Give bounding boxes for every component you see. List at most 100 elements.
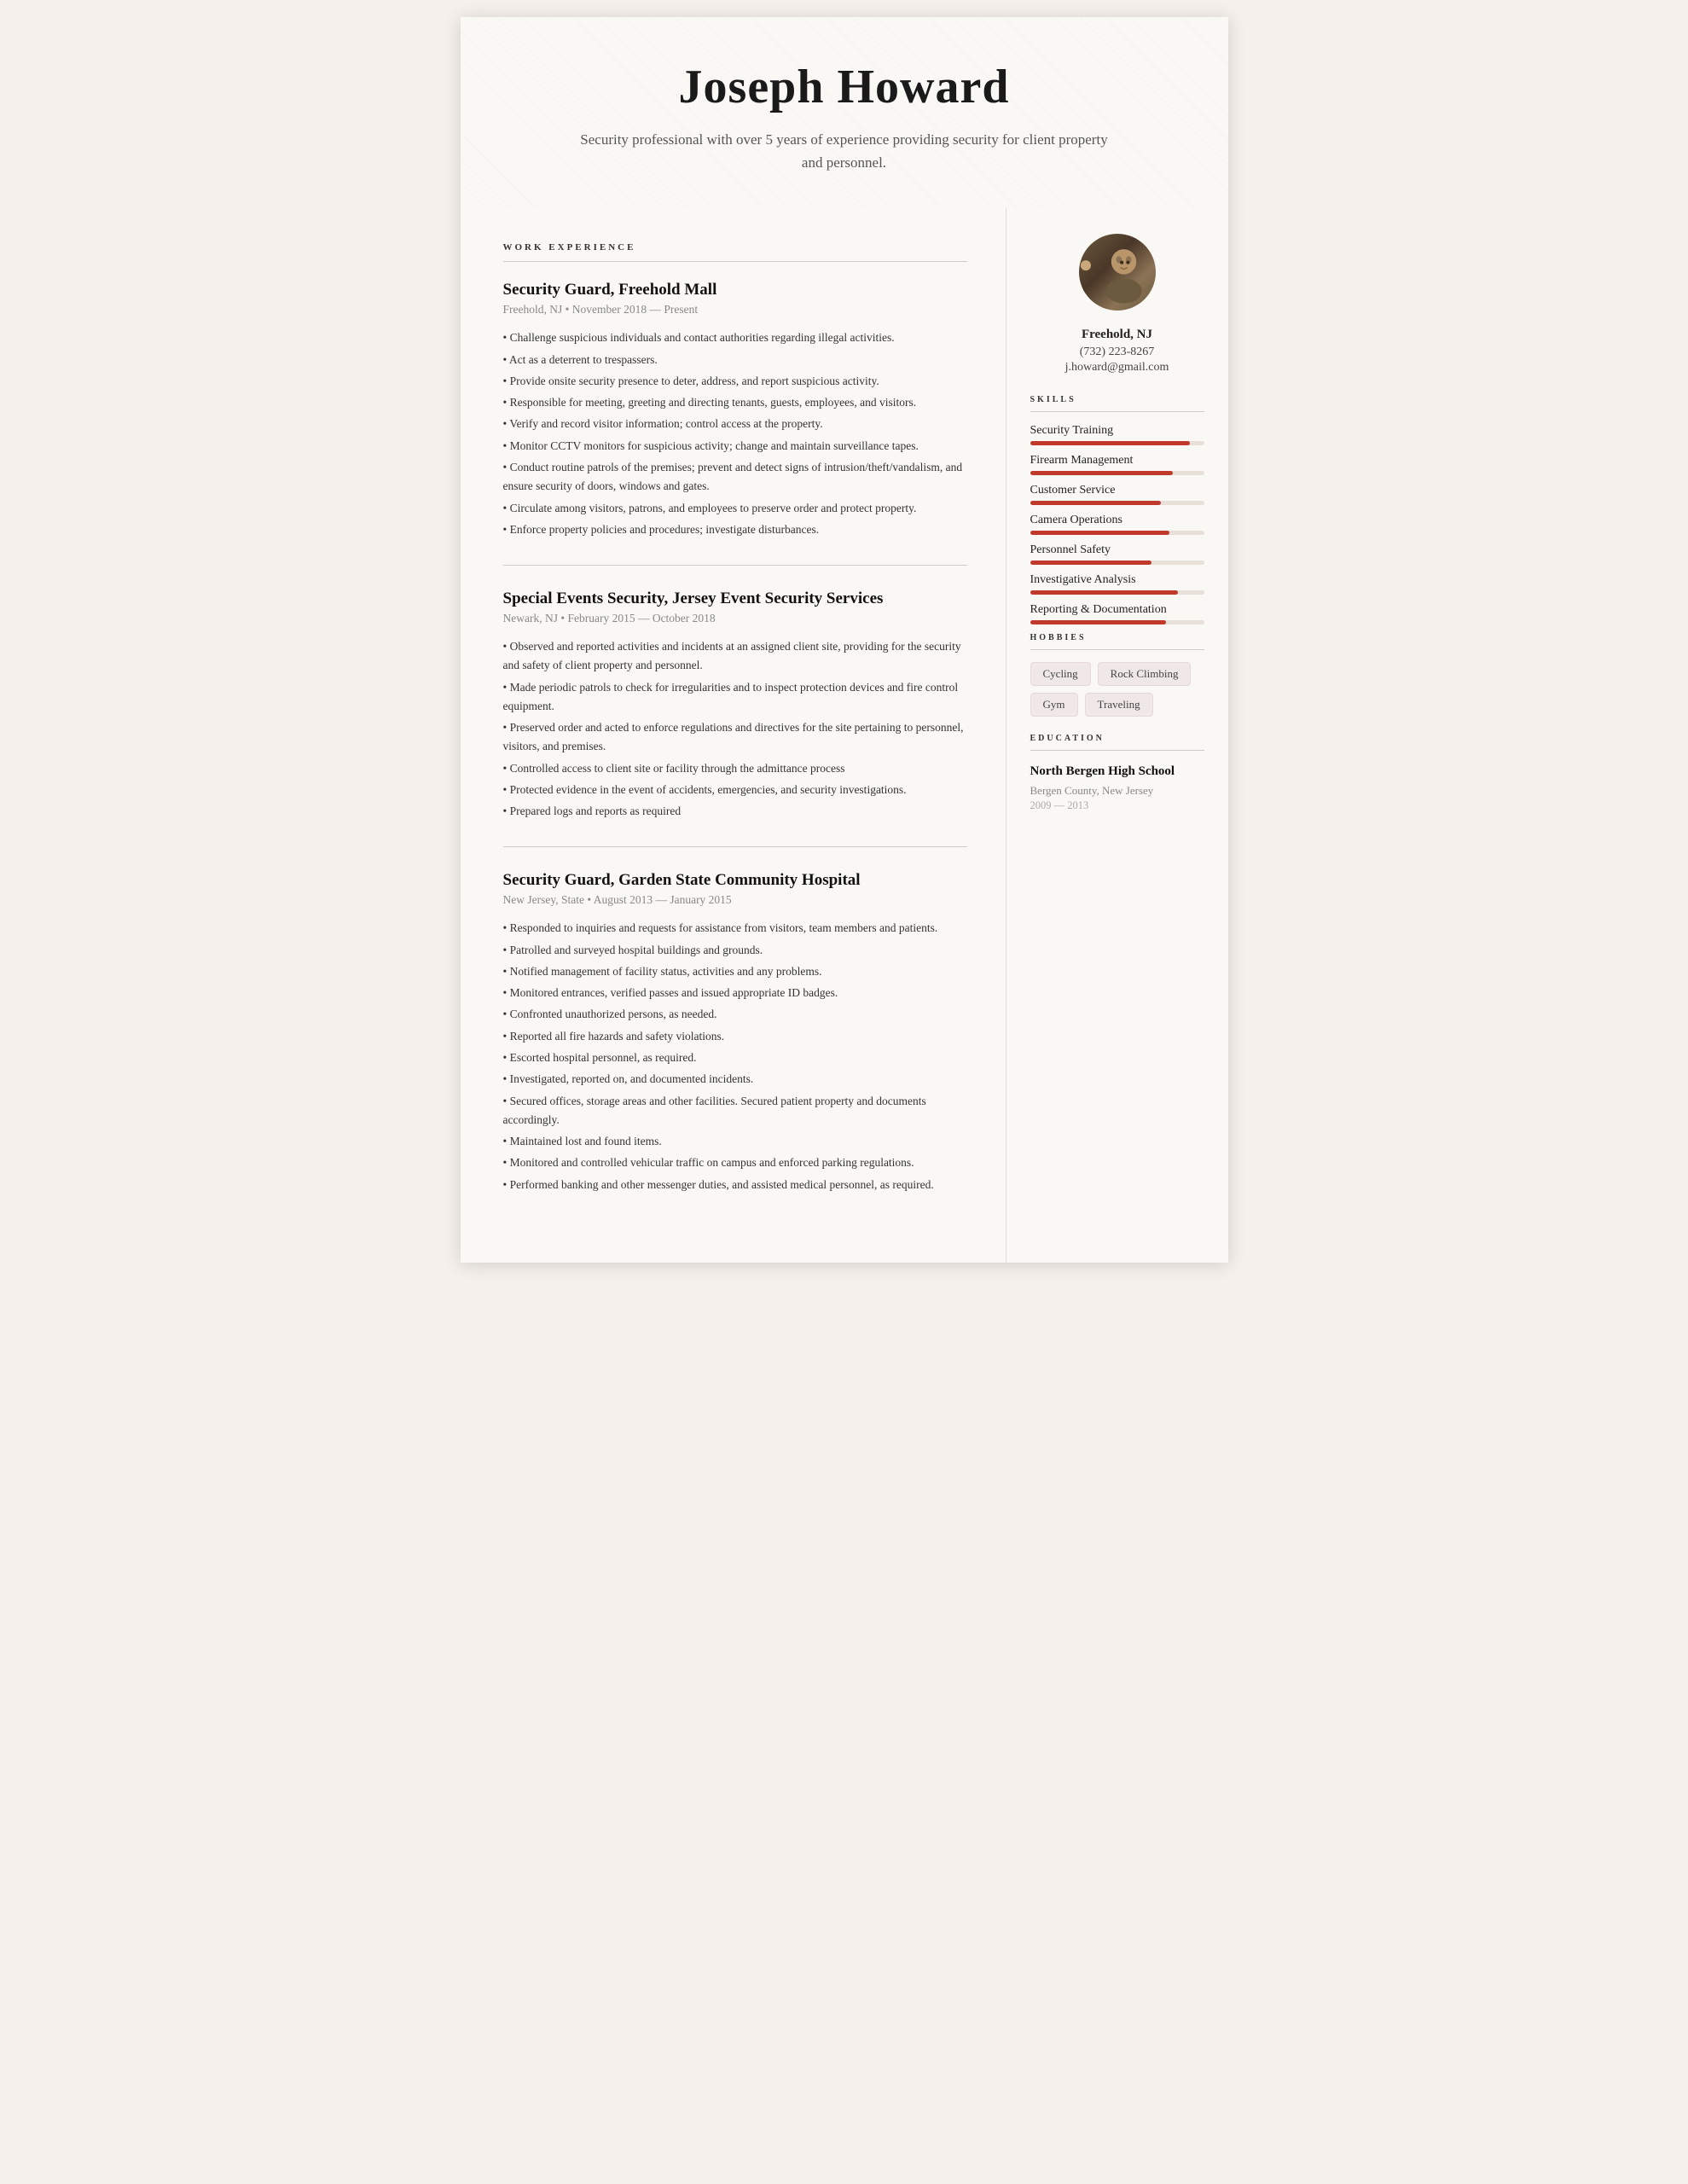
skill-item: Firearm Management [1030, 454, 1204, 475]
hobby-tag: Rock Climbing [1098, 662, 1192, 686]
hobby-tag: Traveling [1085, 693, 1153, 717]
skills-divider [1030, 411, 1204, 412]
skill-bar-bg [1030, 471, 1204, 475]
bullet: • Escorted hospital personnel, as requir… [503, 1048, 967, 1067]
bullet: • Challenge suspicious individuals and c… [503, 328, 967, 347]
bullet: • Preserved order and acted to enforce r… [503, 718, 967, 757]
job-2: Special Events Security, Jersey Event Se… [503, 590, 967, 821]
skills-label: SKILLS [1030, 395, 1204, 404]
bullet: • Investigated, reported on, and documen… [503, 1070, 967, 1089]
bullet: • Notified management of facility status… [503, 962, 967, 981]
sidebar: Freehold, NJ (732) 223-8267 j.howard@gma… [1006, 208, 1228, 1263]
bullet: • Responded to inquiries and requests fo… [503, 919, 967, 938]
job-3-title: Security Guard, Garden State Community H… [503, 871, 967, 890]
education-list: North Bergen High School Bergen County, … [1030, 763, 1204, 812]
bullet: • Protected evidence in the event of acc… [503, 781, 967, 799]
skill-name: Camera Operations [1030, 514, 1204, 527]
skill-item: Investigative Analysis [1030, 573, 1204, 595]
skill-bar-bg [1030, 620, 1204, 624]
contact-phone: (732) 223-8267 [1030, 346, 1204, 359]
bullet: • Enforce property policies and procedur… [503, 520, 967, 539]
skill-bar-fill [1030, 441, 1191, 445]
bullet: • Made periodic patrols to check for irr… [503, 678, 967, 717]
job-3-bullets: • Responded to inquiries and requests fo… [503, 919, 967, 1194]
bullet: • Verify and record visitor information;… [503, 415, 967, 433]
bullet: • Prepared logs and reports as required [503, 802, 967, 821]
work-divider [503, 261, 967, 262]
skill-bar-fill [1030, 531, 1169, 535]
bullet: • Monitored entrances, verified passes a… [503, 984, 967, 1002]
skill-item: Reporting & Documentation [1030, 603, 1204, 624]
body-layout: WORK EXPERIENCE Security Guard, Freehold… [461, 208, 1228, 1263]
job-2-meta: Newark, NJ • February 2015 — October 201… [503, 612, 967, 625]
skill-bar-bg [1030, 590, 1204, 595]
skill-bar-fill [1030, 501, 1161, 505]
bullet: • Controlled access to client site or fa… [503, 759, 967, 778]
job-divider-2 [503, 846, 967, 847]
job-1-meta: Freehold, NJ • November 2018 — Present [503, 303, 967, 317]
avatar-container [1030, 234, 1204, 311]
job-2-bullets: • Observed and reported activities and i… [503, 637, 967, 821]
skill-bar-bg [1030, 501, 1204, 505]
skill-bar-fill [1030, 561, 1152, 565]
edu-school: North Bergen High School [1030, 763, 1204, 781]
avatar [1079, 234, 1156, 311]
contact-location: Freehold, NJ [1030, 328, 1204, 342]
education-item: North Bergen High School Bergen County, … [1030, 763, 1204, 812]
skill-item: Camera Operations [1030, 514, 1204, 535]
job-3: Security Guard, Garden State Community H… [503, 871, 967, 1194]
bullet: • Responsible for meeting, greeting and … [503, 393, 967, 412]
bullet: • Monitored and controlled vehicular tra… [503, 1153, 967, 1172]
skill-bar-fill [1030, 471, 1173, 475]
bullet: • Act as a deterrent to trespassers. [503, 351, 967, 369]
job-1-title: Security Guard, Freehold Mall [503, 281, 967, 299]
main-content: WORK EXPERIENCE Security Guard, Freehold… [461, 208, 1006, 1263]
avatar-image [1079, 234, 1156, 311]
job-1: Security Guard, Freehold Mall Freehold, … [503, 281, 967, 539]
bullet: • Maintained lost and found items. [503, 1132, 967, 1151]
skill-bar-bg [1030, 561, 1204, 565]
education-label: EDUCATION [1030, 734, 1204, 743]
skill-bar-fill [1030, 590, 1178, 595]
avatar-svg [1093, 234, 1155, 311]
candidate-name: Joseph Howard [512, 60, 1177, 114]
skill-name: Customer Service [1030, 484, 1204, 497]
hobby-tag: Gym [1030, 693, 1078, 717]
skill-bar-fill [1030, 620, 1166, 624]
bullet: • Conduct routine patrols of the premise… [503, 458, 967, 497]
skill-name: Personnel Safety [1030, 543, 1204, 557]
hobbies-divider [1030, 649, 1204, 650]
bullet: • Patrolled and surveyed hospital buildi… [503, 941, 967, 960]
skills-list: Security Training Firearm Management Cus… [1030, 424, 1204, 624]
skill-item: Personnel Safety [1030, 543, 1204, 565]
bullet: • Confronted unauthorized persons, as ne… [503, 1005, 967, 1024]
bullet: • Performed banking and other messenger … [503, 1176, 967, 1194]
bullet: • Provide onsite security presence to de… [503, 372, 967, 391]
bullet: • Observed and reported activities and i… [503, 637, 967, 676]
skills-section: SKILLS Security Training Firearm Managem… [1030, 395, 1204, 624]
skill-name: Security Training [1030, 424, 1204, 438]
contact-info: Freehold, NJ (732) 223-8267 j.howard@gma… [1030, 328, 1204, 375]
hobbies-section: HOBBIES CyclingRock ClimbingGymTraveling [1030, 633, 1204, 717]
contact-email: j.howard@gmail.com [1030, 361, 1204, 375]
skill-bar-bg [1030, 531, 1204, 535]
job-divider-1 [503, 565, 967, 566]
edu-location: Bergen County, New Jersey [1030, 784, 1204, 798]
resume-page: Joseph Howard Security professional with… [461, 17, 1228, 1263]
candidate-subtitle: Security professional with over 5 years … [580, 128, 1109, 174]
job-2-title: Special Events Security, Jersey Event Se… [503, 590, 967, 608]
bullet: • Monitor CCTV monitors for suspicious a… [503, 437, 967, 456]
job-3-meta: New Jersey, State • August 2013 — Januar… [503, 893, 967, 907]
skill-name: Reporting & Documentation [1030, 603, 1204, 617]
edu-years: 2009 — 2013 [1030, 799, 1204, 812]
education-divider [1030, 750, 1204, 751]
skill-item: Security Training [1030, 424, 1204, 445]
skill-name: Firearm Management [1030, 454, 1204, 468]
skill-bar-bg [1030, 441, 1204, 445]
bullet: • Reported all fire hazards and safety v… [503, 1027, 967, 1046]
education-section: EDUCATION North Bergen High School Berge… [1030, 734, 1204, 812]
bullet: • Circulate among visitors, patrons, and… [503, 499, 967, 518]
skill-item: Customer Service [1030, 484, 1204, 505]
hobby-tag: Cycling [1030, 662, 1091, 686]
header: Joseph Howard Security professional with… [461, 17, 1228, 208]
